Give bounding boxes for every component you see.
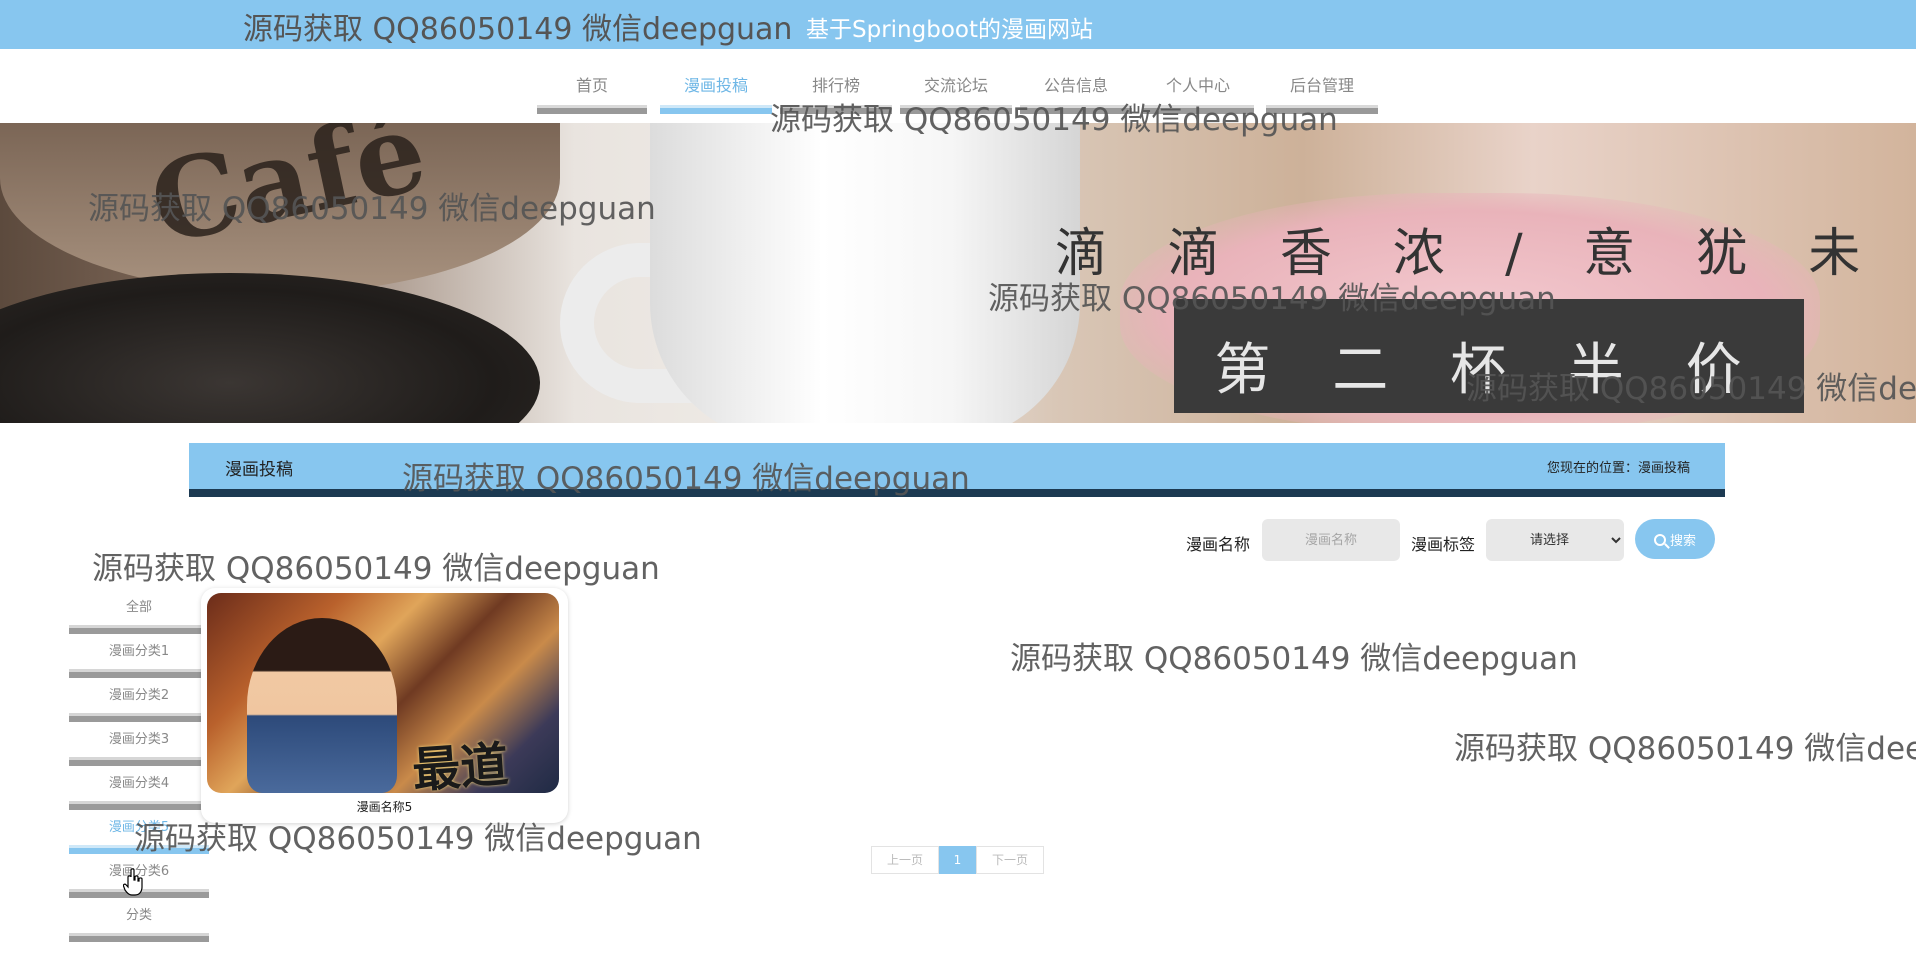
category-label: 漫画分类1 — [108, 644, 170, 659]
search-button[interactable]: 搜索 — [1635, 519, 1715, 559]
nav-item-home[interactable]: 首页 — [537, 49, 647, 114]
nav-item-personal-center[interactable]: 个人中心 — [1142, 49, 1254, 114]
nav-item-underline — [780, 105, 892, 114]
nav-item-label: 排行榜 — [811, 76, 860, 95]
comic-name-label: 漫画名称 — [1186, 535, 1251, 554]
next-page-button[interactable]: 下一页 — [976, 846, 1044, 874]
comic-cover-character — [247, 618, 397, 793]
nav-item-label: 交流论坛 — [923, 76, 988, 95]
category-label: 漫画分类3 — [108, 732, 170, 747]
watermark-text: 源码获取 QQ86050149 微信deepguan — [92, 551, 660, 587]
watermark-text: 源码获取 QQ86050149 微信deepguan — [243, 12, 793, 47]
nav-item-forum[interactable]: 交流论坛 — [900, 49, 1012, 114]
category-item-misc[interactable]: 分类 — [69, 898, 209, 942]
category-underline — [69, 845, 209, 854]
nav-item-underline — [1266, 105, 1378, 114]
comic-card[interactable]: 最道 漫画名称5 — [201, 588, 568, 823]
nav-item-admin[interactable]: 后台管理 — [1266, 49, 1378, 114]
nav-item-underline — [900, 105, 1012, 114]
category-underline — [69, 713, 209, 722]
comic-cover-image[interactable]: 最道 — [207, 593, 559, 793]
category-item-1[interactable]: 漫画分类1 — [69, 634, 209, 678]
nav-item-announcements[interactable]: 公告信息 — [1020, 49, 1132, 114]
current-page-button[interactable]: 1 — [939, 846, 976, 874]
banner-image: Café 滴 滴 香 浓 / 意 犹 未 尽 第 二 杯 半 价 — [0, 123, 1916, 423]
category-label: 漫画分类5 — [108, 820, 170, 835]
nav-item-label: 首页 — [575, 76, 608, 95]
category-underline — [69, 933, 209, 942]
category-underline — [69, 625, 209, 634]
banner-slogan: 滴 滴 香 浓 / 意 犹 未 尽 — [1055, 224, 1916, 284]
nav-item-underline — [1020, 105, 1132, 114]
search-button-label: 搜索 — [1669, 533, 1696, 549]
category-label: 漫画分类4 — [108, 776, 170, 791]
watermark-text: 源码获取 QQ86050149 微信deepguan — [1010, 641, 1578, 677]
banner-saucer — [0, 273, 540, 423]
category-item-3[interactable]: 漫画分类3 — [69, 722, 209, 766]
site-title: 基于Springboot的漫画网站 — [806, 17, 1093, 43]
nav-item-underline — [660, 105, 772, 114]
section-header: 漫画投稿 您现在的位置：漫画投稿 — [189, 443, 1725, 497]
comic-cover-logo: 最道 — [410, 736, 511, 793]
nav-item-underline — [1142, 105, 1254, 114]
hand-cursor-icon — [123, 868, 143, 896]
category-underline — [69, 757, 209, 766]
comic-tag-label: 漫画标签 — [1411, 535, 1476, 554]
banner-cup — [650, 123, 1080, 423]
section-title: 漫画投稿 — [225, 460, 293, 480]
nav-item-label: 公告信息 — [1043, 76, 1108, 95]
nav-item-underline — [537, 105, 647, 114]
banner-promo-text: 第 二 杯 半 价 — [1214, 338, 1764, 403]
category-item-all[interactable]: 全部 — [69, 590, 209, 634]
category-item-5[interactable]: 漫画分类5 — [69, 810, 209, 854]
nav-item-comic-submission[interactable]: 漫画投稿 — [660, 49, 772, 114]
category-underline — [69, 669, 209, 678]
category-underline — [69, 801, 209, 810]
nav-item-label: 漫画投稿 — [683, 76, 748, 95]
category-label: 分类 — [125, 908, 152, 923]
comic-name-input[interactable] — [1262, 519, 1400, 561]
comic-name[interactable]: 漫画名称5 — [201, 798, 568, 815]
banner-promo-box: 第 二 杯 半 价 — [1174, 299, 1804, 413]
comic-tag-select[interactable]: 请选择 — [1486, 519, 1624, 561]
category-item-2[interactable]: 漫画分类2 — [69, 678, 209, 722]
category-label: 漫画分类2 — [108, 688, 170, 703]
category-item-4[interactable]: 漫画分类4 — [69, 766, 209, 810]
breadcrumb: 您现在的位置：漫画投稿 — [1546, 461, 1690, 476]
category-label: 全部 — [125, 600, 152, 615]
top-bar: 源码获取 QQ86050149 微信deepguan 基于Springboot的… — [0, 0, 1916, 49]
nav-item-label: 后台管理 — [1289, 76, 1354, 95]
page: 源码获取 QQ86050149 微信deepguan 基于Springboot的… — [0, 0, 1916, 966]
search-icon — [1653, 533, 1666, 546]
prev-page-button[interactable]: 上一页 — [871, 846, 939, 874]
main-nav: 首页 漫画投稿 排行榜 交流论坛 公告信息 个人中心 后台管理 — [0, 49, 1916, 123]
watermark-text: 源码获取 QQ86050149 微信deepguan — [1454, 731, 1916, 767]
nav-item-ranking[interactable]: 排行榜 — [780, 49, 892, 114]
nav-item-label: 个人中心 — [1165, 76, 1230, 95]
